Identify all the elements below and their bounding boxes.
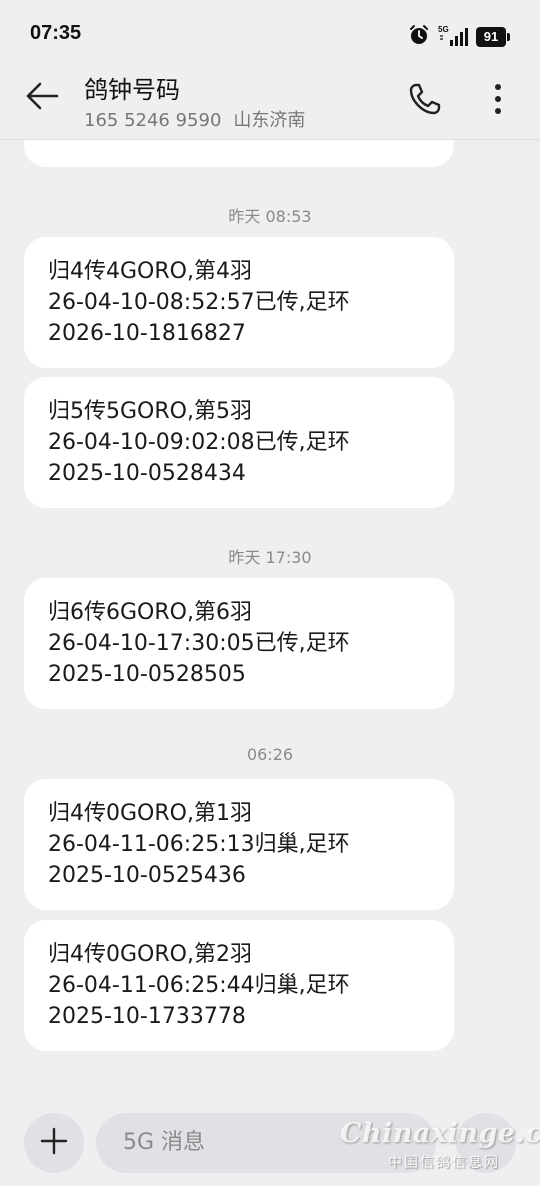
status-icons: 5G 91 xyxy=(408,24,510,50)
contact-details: 165 5246 9590 山东济南 xyxy=(84,106,305,132)
contact-phone-number: 165 5246 9590 xyxy=(84,110,222,131)
message-line: 2025-10-0528434 xyxy=(48,461,246,486)
conversation-header: 鸽钟号码 165 5246 9590 山东济南 xyxy=(0,64,540,140)
message-line: 2026-10-1816827 xyxy=(48,321,246,346)
message-line: 归6传6GORO,第6羽 xyxy=(48,600,252,625)
add-icon xyxy=(39,1126,69,1160)
status-time: 07:35 xyxy=(30,22,82,44)
timestamp-separator: 昨天 17:30 xyxy=(228,548,312,567)
message-line: 2025-10-0525436 xyxy=(48,863,246,888)
message-line: 26-04-10-08:52:57已传,足环 xyxy=(48,290,350,315)
message-line: 26-04-11-06:25:13归巢,足环 xyxy=(48,832,350,857)
alarm-icon xyxy=(408,24,430,50)
message-bubble[interactable]: 归4传4GORO,第4羽 26-04-10-08:52:57已传,足环 2026… xyxy=(24,237,454,368)
message-list[interactable]: 2025-02-0176316 昨天 08:53 归4传4GORO,第4羽 26… xyxy=(0,0,540,1100)
message-line: 2025-10-0528505 xyxy=(48,662,246,687)
phone-call-icon xyxy=(407,81,443,121)
messaging-screen: 2025-02-0176316 昨天 08:53 归4传4GORO,第4羽 26… xyxy=(0,0,540,1186)
timestamp-separator: 昨天 08:53 xyxy=(228,207,312,226)
contact-name: 鸽钟号码 xyxy=(84,76,180,104)
contact-location: 山东济南 xyxy=(233,110,306,131)
message-bubble[interactable]: 归5传5GORO,第5羽 26-04-10-09:02:08已传,足环 2025… xyxy=(24,377,454,508)
message-bubble[interactable]: 归6传6GORO,第6羽 26-04-10-17:30:05已传,足环 2025… xyxy=(24,578,454,709)
message-line: 26-04-10-17:30:05已传,足环 xyxy=(48,631,350,656)
more-options-button[interactable] xyxy=(478,78,518,124)
add-attachment-button[interactable] xyxy=(24,1113,84,1173)
message-line: 归4传0GORO,第2羽 xyxy=(48,942,252,967)
back-button[interactable] xyxy=(22,78,62,118)
battery-icon: 91 xyxy=(476,27,510,47)
back-arrow-icon xyxy=(25,81,59,115)
watermark-logo: Chinaxinge.com xyxy=(340,1118,540,1149)
message-bubble[interactable]: 归4传0GORO,第2羽 26-04-11-06:25:44归巢,足环 2025… xyxy=(24,920,454,1051)
message-bubble[interactable]: 归4传0GORO,第1羽 26-04-11-06:25:13归巢,足环 2025… xyxy=(24,779,454,910)
message-line: 归4传0GORO,第1羽 xyxy=(48,801,252,826)
signal-icon: 5G xyxy=(438,26,468,48)
timestamp-separator: 06:26 xyxy=(246,745,294,764)
more-vertical-icon xyxy=(494,83,502,119)
message-line: 归5传5GORO,第5羽 xyxy=(48,399,252,424)
message-line: 26-04-11-06:25:44归巢,足环 xyxy=(48,973,350,998)
status-bar: 07:35 5G 91 xyxy=(0,0,540,64)
message-line: 2025-10-1733778 xyxy=(48,1004,246,1029)
call-button[interactable] xyxy=(402,78,448,124)
message-line: 26-04-10-09:02:08已传,足环 xyxy=(48,430,350,455)
watermark-subtitle: 中国信鸽信息网 xyxy=(388,1155,500,1171)
message-line: 归4传4GORO,第4羽 xyxy=(48,259,252,284)
